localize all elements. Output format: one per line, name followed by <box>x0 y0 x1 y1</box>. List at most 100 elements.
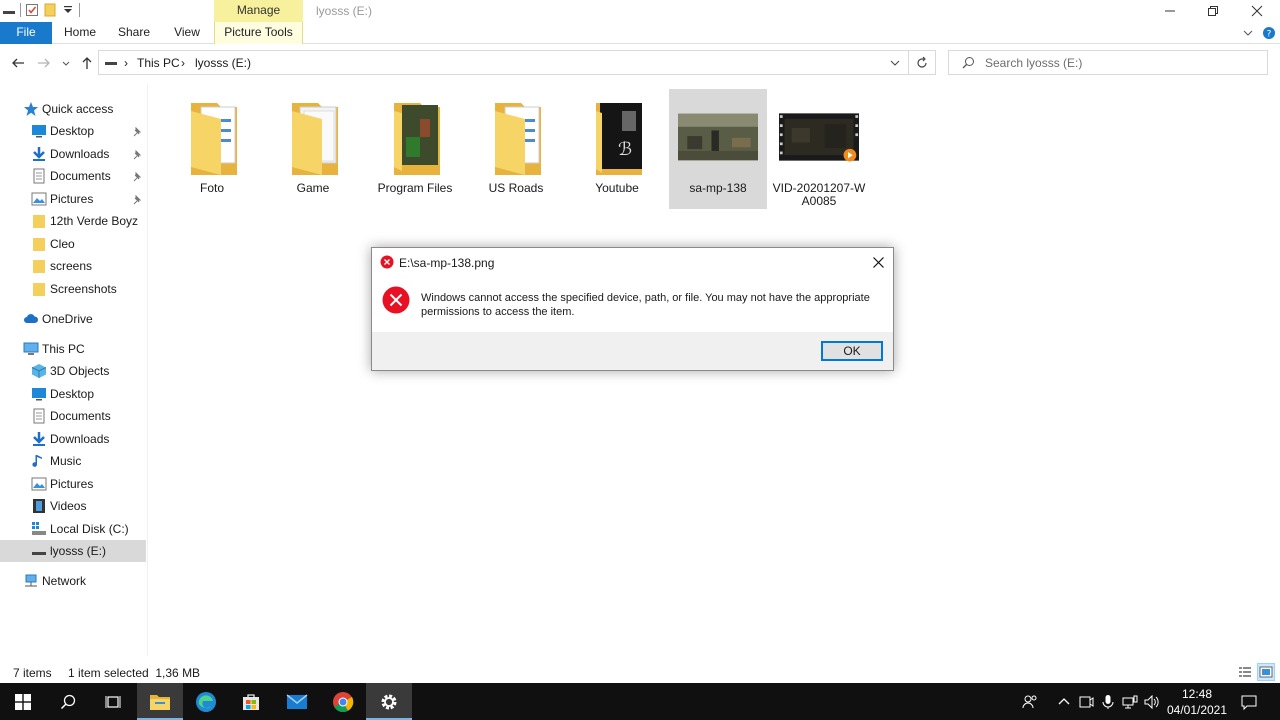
forward-arrow-icon[interactable] <box>36 55 52 71</box>
refresh-button[interactable] <box>909 50 936 75</box>
address-history-chevron-icon[interactable] <box>889 58 901 68</box>
sidebar-item-screens[interactable]: screens <box>0 255 146 277</box>
sidebar-item-label: Network <box>42 574 87 588</box>
sidebar-item-pictures[interactable]: Pictures <box>0 188 146 210</box>
cloud-icon <box>24 314 39 323</box>
dialog-footer: OK <box>372 332 893 370</box>
file-explorer-icon <box>150 694 170 710</box>
sidebar-item-downloads[interactable]: Downloads <box>0 143 146 165</box>
volume-icon[interactable] <box>1144 694 1160 710</box>
ok-button[interactable]: OK <box>821 341 883 361</box>
dialog-message: Windows cannot access the specified devi… <box>421 292 870 318</box>
pin-icon[interactable] <box>133 127 143 137</box>
file-item[interactable]: US Roads <box>467 89 565 209</box>
sidebar-item-3d-objects[interactable]: 3D Objects <box>0 360 146 382</box>
file-item[interactable]: VID-20201207-WA0085 <box>770 89 868 209</box>
sidebar-item-this-pc[interactable]: This PC <box>0 338 146 360</box>
sidebar-item-documents-pc[interactable]: Documents <box>0 405 146 427</box>
task-view-button[interactable] <box>90 683 136 720</box>
file-item[interactable]: ℬ Youtube <box>568 89 666 209</box>
restore-button[interactable] <box>1190 0 1236 22</box>
drive-icon[interactable] <box>2 3 16 17</box>
taskbar-file-explorer[interactable] <box>137 683 183 720</box>
sidebar-item-pictures-pc[interactable]: Pictures <box>0 473 146 495</box>
network-status-icon[interactable] <box>1122 694 1138 710</box>
sidebar-item-documents[interactable]: Documents <box>0 165 146 187</box>
sidebar-item-local-disk-c[interactable]: Local Disk (C:) <box>0 518 146 540</box>
sidebar-item-quick-access[interactable]: Quick access <box>0 98 146 120</box>
folder-icon <box>375 97 455 177</box>
microphone-icon[interactable] <box>1100 694 1116 710</box>
minimize-icon <box>1165 10 1175 12</box>
file-item[interactable]: Foto <box>163 89 261 209</box>
properties-icon[interactable] <box>25 3 39 17</box>
taskbar-chrome[interactable] <box>320 683 366 720</box>
sidebar-item-label: 12th Verde Boyz <box>50 214 139 228</box>
search-input[interactable] <box>985 54 1255 71</box>
pane-divider[interactable] <box>147 84 148 656</box>
file-item-selected[interactable]: sa-mp-138 <box>669 89 767 209</box>
sidebar-item-desktop-pc[interactable]: Desktop <box>0 383 146 405</box>
tab-file[interactable]: File <box>0 22 52 44</box>
sidebar-item-label: Music <box>50 454 82 468</box>
dialog-close-button[interactable] <box>863 248 893 276</box>
pin-icon[interactable] <box>133 150 143 160</box>
sidebar-item-downloads-pc[interactable]: Downloads <box>0 428 146 450</box>
breadcrumb-this-pc[interactable]: This PC <box>137 56 180 70</box>
sidebar-item-desktop[interactable]: Desktop <box>0 120 146 142</box>
up-arrow-icon[interactable] <box>79 55 95 71</box>
show-hidden-icons-chevron-icon[interactable] <box>1056 694 1072 710</box>
start-button[interactable] <box>0 683 46 720</box>
tab-home[interactable]: Home <box>55 22 105 44</box>
taskbar-edge[interactable] <box>183 683 229 720</box>
edge-icon <box>196 691 216 712</box>
sidebar-item-network[interactable]: Network <box>0 570 146 592</box>
search-box[interactable] <box>948 50 1268 75</box>
navigation-pane: Quick access Desktop Downloads Documents… <box>0 96 147 656</box>
close-window-button[interactable] <box>1234 0 1280 22</box>
people-icon[interactable] <box>1022 694 1038 710</box>
sidebar-item-12th-verde-boyz[interactable]: 12th Verde Boyz <box>0 210 146 232</box>
sidebar-item-label: Desktop <box>50 387 95 401</box>
breadcrumb-separator: › <box>181 56 185 70</box>
file-item[interactable]: Program Files <box>366 89 464 209</box>
sidebar-item-videos[interactable]: Videos <box>0 495 146 517</box>
recent-locations-chevron-icon[interactable] <box>60 55 72 71</box>
meet-now-icon[interactable] <box>1078 694 1094 710</box>
tab-share[interactable]: Share <box>110 22 158 44</box>
taskbar-store[interactable] <box>228 683 274 720</box>
store-icon <box>243 693 259 710</box>
details-view-icon[interactable] <box>1237 664 1253 680</box>
windows-drive-icon <box>32 522 46 535</box>
taskbar-settings[interactable] <box>366 683 412 720</box>
gear-icon <box>381 694 397 709</box>
file-name: Program Files <box>377 181 453 195</box>
notification-center-icon[interactable] <box>1241 694 1257 710</box>
pin-icon[interactable] <box>133 172 143 182</box>
sidebar-item-screenshots[interactable]: Screenshots <box>0 278 146 300</box>
file-item[interactable]: Game <box>264 89 362 209</box>
taskbar-mail[interactable] <box>274 683 320 720</box>
back-arrow-icon[interactable] <box>10 55 26 71</box>
sidebar-item-lyosss-e[interactable]: lyosss (E:) <box>0 540 146 562</box>
large-icons-view-icon[interactable] <box>1257 663 1275 681</box>
address-bar[interactable]: › This PC › lyosss (E:) <box>98 50 909 75</box>
sidebar-item-cleo[interactable]: Cleo <box>0 233 146 255</box>
expand-ribbon-icon[interactable] <box>1242 27 1254 39</box>
help-icon[interactable]: ? <box>1262 26 1276 40</box>
customize-dropdown-icon[interactable] <box>61 3 75 17</box>
sidebar-item-onedrive[interactable]: OneDrive <box>0 308 146 330</box>
taskbar-search-button[interactable] <box>45 683 91 720</box>
pin-icon[interactable] <box>133 195 143 205</box>
tab-view[interactable]: View <box>163 22 211 44</box>
status-bar: 7 items 1 item selected 1,36 MB <box>0 661 1280 683</box>
tab-picture-tools[interactable]: Picture Tools <box>214 22 303 44</box>
pictures-icon <box>31 477 47 491</box>
file-name: VID-20201207-WA0085 <box>772 181 866 208</box>
sidebar-item-music[interactable]: Music <box>0 450 146 472</box>
address-row: › This PC › lyosss (E:) <box>0 45 1280 81</box>
breadcrumb-drive[interactable]: lyosss (E:) <box>195 56 251 70</box>
taskbar-clock[interactable]: 12:48 04/01/2021 <box>1166 686 1228 718</box>
new-folder-icon[interactable] <box>43 3 57 17</box>
minimize-button[interactable] <box>1147 0 1193 22</box>
